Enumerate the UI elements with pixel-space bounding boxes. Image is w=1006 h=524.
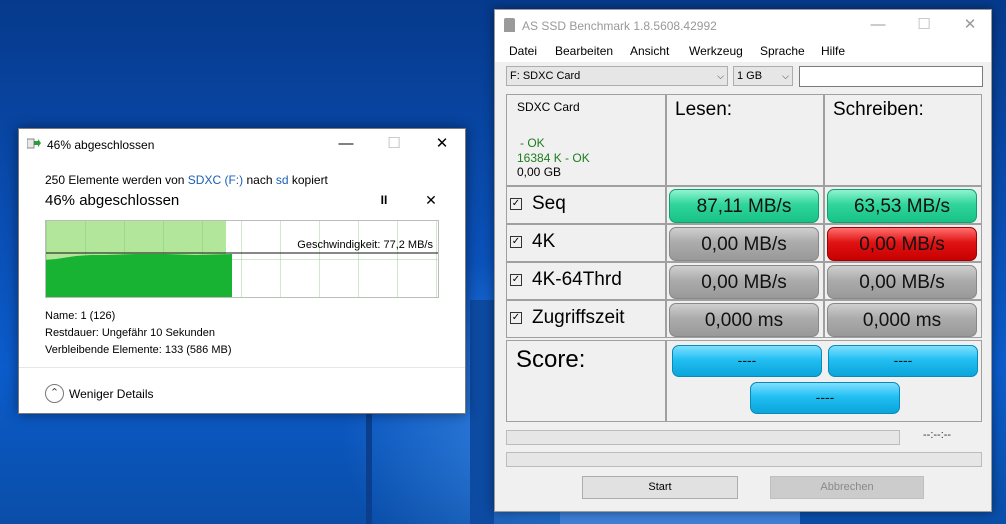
menu-bar: Datei Bearbeiten Ansicht Werkzeug Sprach… (495, 40, 991, 62)
start-button[interactable]: Start (582, 476, 738, 499)
copy-summary-prefix: 250 Elemente werden von (45, 173, 185, 187)
close-button[interactable]: ✕ (947, 10, 993, 40)
elapsed-timer: --:--:-- (923, 429, 952, 441)
4k-write-result: 0,00 MB/s (827, 227, 977, 261)
row-panel (506, 224, 666, 262)
row-label-seq: Seq (532, 193, 566, 214)
minimize-button[interactable]: — (855, 10, 901, 40)
write-column-header: Schreiben: (833, 99, 924, 120)
menu-datei[interactable]: Datei (509, 44, 537, 58)
app-icon (504, 18, 515, 32)
copy-dialog-titlebar[interactable]: 46% abgeschlossen — ☐ ✕ (19, 129, 465, 159)
menu-ansicht[interactable]: Ansicht (630, 44, 669, 58)
menu-bearbeiten[interactable]: Bearbeiten (555, 44, 613, 58)
row-panel (506, 186, 666, 224)
remaining-time: Restdauer: Ungefähr 10 Sekunden (45, 327, 216, 339)
menu-werkzeug[interactable]: Werkzeug (689, 44, 743, 58)
desktop-light-floor (560, 512, 800, 524)
desktop-window-frame (366, 414, 372, 524)
maximize-button: ☐ (387, 135, 401, 152)
size-select[interactable]: 1 GB ⌵ (733, 66, 793, 86)
read-column-header: Lesen: (675, 99, 733, 120)
progress-heading: 46% abgeschlossen (45, 192, 180, 209)
checkbox-4k-64thrd[interactable]: ✓ (510, 274, 522, 286)
remaining-items: Verbleibende Elemente: 133 (586 MB) (45, 344, 232, 356)
seq-write-result: 63,53 MB/s (827, 189, 977, 223)
score-label: Score: (516, 346, 586, 373)
row-label-4k: 4K (532, 231, 556, 252)
score-write: ---- (828, 345, 978, 377)
device-size: 0,00 GB (517, 165, 562, 179)
copy-dialog-title: 46% abgeschlossen (47, 138, 155, 152)
current-item-name: Name: 1 (126) (45, 310, 116, 322)
score-total: ---- (750, 382, 900, 414)
as-ssd-titlebar[interactable]: AS SSD Benchmark 1.8.5608.42992 — ☐ ✕ (495, 10, 991, 40)
access-time-read-result: 0,000 ms (669, 303, 819, 337)
4k-read-result: 0,00 MB/s (669, 227, 819, 261)
size-select-value: 1 GB (737, 70, 763, 82)
row-label-access-time: Zugriffszeit (532, 307, 625, 328)
score-read: ---- (672, 345, 822, 377)
overall-progress-bar (506, 452, 982, 467)
copy-summary-suffix: kopiert (291, 173, 328, 187)
checkbox-seq[interactable]: ✓ (510, 198, 522, 210)
device-name: SDXC Card (517, 100, 580, 114)
less-details-label: Weniger Details (69, 387, 154, 401)
as-ssd-window: AS SSD Benchmark 1.8.5608.42992 — ☐ ✕ Da… (494, 9, 992, 512)
transfer-speed-graph: Geschwindigkeit: 77,2 MB/s (45, 220, 439, 298)
desktop-window-frame (470, 300, 494, 524)
4k64-read-result: 0,00 MB/s (669, 265, 819, 299)
4k64-write-result: 0,00 MB/s (827, 265, 977, 299)
menu-hilfe[interactable]: Hilfe (821, 44, 845, 58)
seq-read-result: 87,11 MB/s (669, 189, 819, 223)
checkbox-access-time[interactable]: ✓ (510, 312, 522, 324)
device-status-2: 16384 K - OK (517, 151, 590, 165)
drive-select-value: F: SDXC Card (510, 70, 581, 82)
maximize-button: ☐ (917, 16, 931, 33)
minimize-button[interactable]: — (323, 129, 369, 159)
menu-sprache[interactable]: Sprache (760, 44, 805, 58)
speed-readout: Geschwindigkeit: 77,2 MB/s (297, 239, 433, 251)
chevron-up-icon: ⌃ (45, 384, 64, 403)
info-textbox[interactable] (799, 66, 983, 87)
drive-select[interactable]: F: SDXC Card ⌵ (506, 66, 728, 86)
as-ssd-title: AS SSD Benchmark 1.8.5608.42992 (522, 19, 717, 33)
copy-progress-dialog: 46% abgeschlossen — ☐ ✕ 250 Elemente wer… (18, 128, 466, 414)
source-link[interactable]: SDXC (F:) (188, 173, 243, 187)
device-status-1: - OK (520, 136, 545, 150)
chevron-down-icon: ⌵ (782, 71, 789, 81)
close-button[interactable]: ✕ (419, 129, 465, 159)
access-time-write-result: 0,000 ms (827, 303, 977, 337)
speed-area (46, 254, 232, 297)
copy-files-icon (27, 138, 41, 149)
destination-link[interactable]: sd (276, 173, 289, 187)
chevron-down-icon: ⌵ (717, 71, 724, 81)
row-label-4k-64thrd: 4K-64Thrd (532, 269, 622, 290)
copy-summary-line: 250 Elemente werden von SDXC (F:) nach s… (45, 173, 328, 187)
copy-summary-mid: nach (246, 173, 273, 187)
speed-curve (46, 252, 438, 297)
cancel-icon[interactable]: ✕ (424, 192, 438, 208)
pause-icon[interactable]: II (377, 193, 391, 209)
benchmark-progress-bar (506, 430, 900, 445)
checkbox-4k[interactable]: ✓ (510, 236, 522, 248)
abort-button: Abbrechen (770, 476, 924, 499)
divider (19, 367, 465, 368)
